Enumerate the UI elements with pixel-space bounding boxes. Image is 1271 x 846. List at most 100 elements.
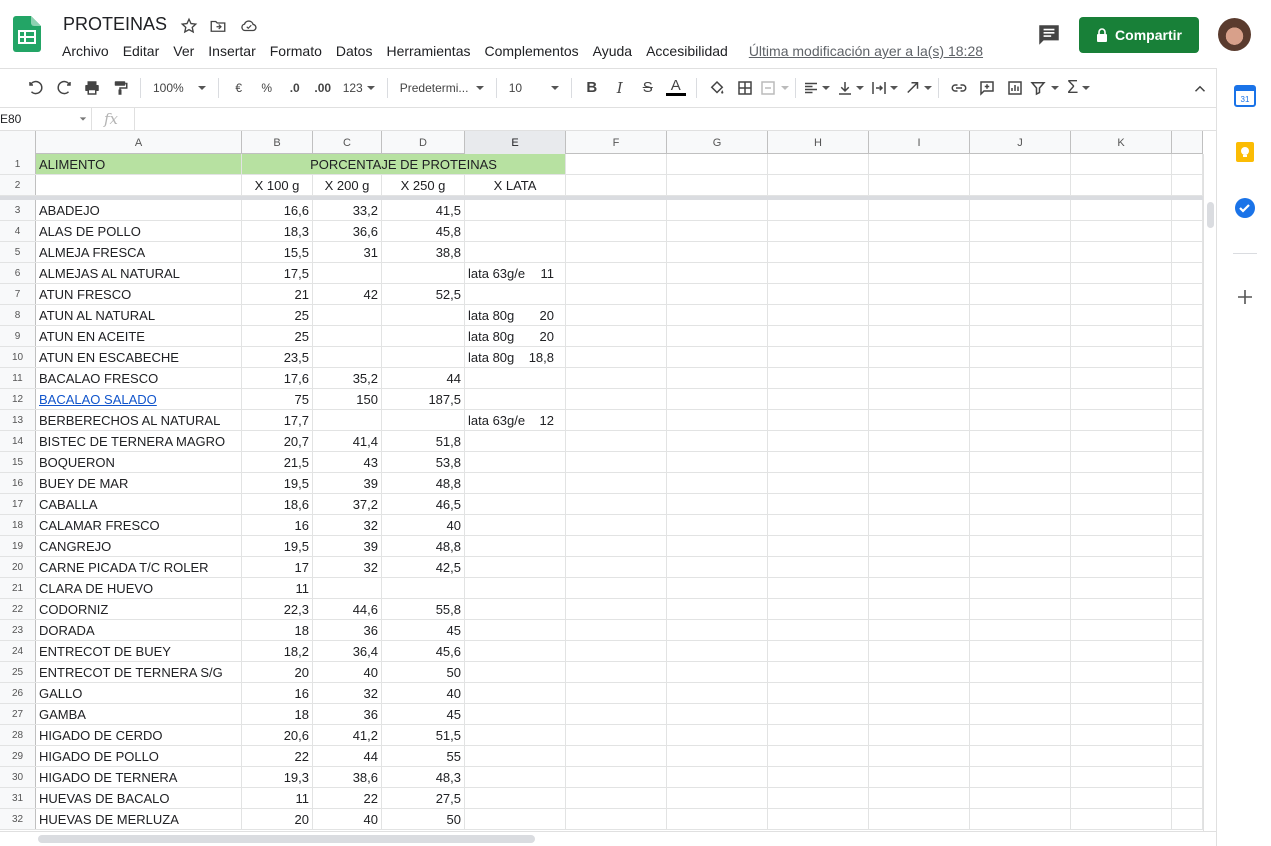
- cell-empty[interactable]: [970, 389, 1071, 409]
- cell-empty[interactable]: [970, 200, 1071, 220]
- cell-xlata[interactable]: [465, 767, 566, 787]
- menu-herramientas[interactable]: Herramientas: [379, 41, 477, 61]
- menu-editar[interactable]: Editar: [116, 41, 167, 61]
- cell-empty[interactable]: [869, 389, 970, 409]
- cell-xlata[interactable]: [465, 284, 566, 304]
- cell-empty[interactable]: [1172, 683, 1203, 703]
- cell-empty[interactable]: [869, 788, 970, 808]
- vertical-align-icon[interactable]: [836, 74, 864, 102]
- cell-x250g[interactable]: 52,5: [382, 284, 465, 304]
- cell-empty[interactable]: [768, 809, 869, 829]
- row-header[interactable]: 3: [0, 200, 36, 220]
- cell-empty[interactable]: [667, 683, 768, 703]
- row-header[interactable]: 16: [0, 473, 36, 493]
- column-header-partial[interactable]: [1172, 131, 1203, 154]
- cell-x250g[interactable]: 45,6: [382, 641, 465, 661]
- cell-empty[interactable]: [768, 746, 869, 766]
- cell-d2[interactable]: X 250 g: [382, 175, 465, 195]
- cell-empty[interactable]: [768, 200, 869, 220]
- cell-empty[interactable]: [566, 389, 667, 409]
- menu-archivo[interactable]: Archivo: [55, 41, 116, 61]
- cell-empty[interactable]: [1172, 284, 1203, 304]
- frozen-rows-divider[interactable]: [0, 196, 1203, 200]
- paint-format-icon[interactable]: [106, 74, 134, 102]
- cell-x100g[interactable]: 18,3: [242, 221, 313, 241]
- redo-icon[interactable]: [50, 74, 78, 102]
- cell-alimento[interactable]: BACALAO FRESCO: [36, 368, 242, 388]
- cell-a1[interactable]: ALIMENTO: [36, 154, 242, 174]
- comments-icon[interactable]: [1036, 22, 1062, 48]
- cell-empty[interactable]: [970, 452, 1071, 472]
- cell-empty[interactable]: [768, 389, 869, 409]
- cell-x200g[interactable]: 36,6: [313, 221, 382, 241]
- cell-alimento[interactable]: ABADEJO: [36, 200, 242, 220]
- cell-x250g[interactable]: 45: [382, 620, 465, 640]
- cell-x100g[interactable]: 19,5: [242, 536, 313, 556]
- select-all-corner[interactable]: [0, 131, 36, 154]
- cell-x200g[interactable]: [313, 326, 382, 346]
- add-icon[interactable]: [1234, 286, 1256, 308]
- cell-empty[interactable]: [566, 305, 667, 325]
- row-header[interactable]: 23: [0, 620, 36, 640]
- cell-x250g[interactable]: [382, 305, 465, 325]
- row-header[interactable]: 22: [0, 599, 36, 619]
- row-header[interactable]: 9: [0, 326, 36, 346]
- cell-empty[interactable]: [566, 557, 667, 577]
- cell-x250g[interactable]: 50: [382, 809, 465, 829]
- cell-empty[interactable]: [667, 305, 768, 325]
- cell-empty[interactable]: [1071, 221, 1172, 241]
- row-header[interactable]: 26: [0, 683, 36, 703]
- more-formats-select[interactable]: 123: [337, 81, 381, 95]
- cell-empty[interactable]: [667, 725, 768, 745]
- row-header[interactable]: 1: [0, 154, 36, 174]
- cell-alimento[interactable]: ATUN AL NATURAL: [36, 305, 242, 325]
- cell-empty[interactable]: [970, 620, 1071, 640]
- cell-empty[interactable]: [1071, 704, 1172, 724]
- cell-x250g[interactable]: [382, 347, 465, 367]
- cell-empty[interactable]: [970, 284, 1071, 304]
- cell-empty[interactable]: [1172, 154, 1203, 174]
- cell-empty[interactable]: [869, 284, 970, 304]
- cell-x250g[interactable]: 41,5: [382, 200, 465, 220]
- cell-empty[interactable]: [1071, 284, 1172, 304]
- cell-xlata[interactable]: [465, 809, 566, 829]
- cell-empty[interactable]: [1071, 326, 1172, 346]
- cell-empty[interactable]: [667, 154, 768, 174]
- cell-empty[interactable]: [1172, 704, 1203, 724]
- menu-ayuda[interactable]: Ayuda: [586, 41, 639, 61]
- cell-x200g[interactable]: [313, 305, 382, 325]
- cell-empty[interactable]: [768, 557, 869, 577]
- cell-empty[interactable]: [970, 242, 1071, 262]
- cell-empty[interactable]: [970, 641, 1071, 661]
- cell-x100g[interactable]: 25: [242, 326, 313, 346]
- cell-empty[interactable]: [1071, 452, 1172, 472]
- column-header-g[interactable]: G: [667, 131, 768, 154]
- column-header-j[interactable]: J: [970, 131, 1071, 154]
- cell-alimento[interactable]: ALAS DE POLLO: [36, 221, 242, 241]
- cell-alimento[interactable]: ATUN EN ESCABECHE: [36, 347, 242, 367]
- cell-empty[interactable]: [566, 662, 667, 682]
- cell-empty[interactable]: [970, 368, 1071, 388]
- bold-button[interactable]: B: [578, 74, 606, 102]
- cell-empty[interactable]: [869, 242, 970, 262]
- cell-xlata[interactable]: [465, 536, 566, 556]
- cell-x250g[interactable]: 48,3: [382, 767, 465, 787]
- cell-xlata[interactable]: [465, 431, 566, 451]
- cell-empty[interactable]: [970, 473, 1071, 493]
- cell-empty[interactable]: [869, 473, 970, 493]
- cell-empty[interactable]: [566, 242, 667, 262]
- cell-empty[interactable]: [768, 410, 869, 430]
- cell-empty[interactable]: [1172, 620, 1203, 640]
- cell-empty[interactable]: [869, 683, 970, 703]
- cell-alimento[interactable]: HIGADO DE POLLO: [36, 746, 242, 766]
- cell-x250g[interactable]: [382, 410, 465, 430]
- undo-icon[interactable]: [22, 74, 50, 102]
- cell-empty[interactable]: [566, 175, 667, 195]
- cell-alimento[interactable]: ENTRECOT DE BUEY: [36, 641, 242, 661]
- cell-x100g[interactable]: 25: [242, 305, 313, 325]
- cell-empty[interactable]: [970, 410, 1071, 430]
- cell-empty[interactable]: [667, 175, 768, 195]
- cell-x250g[interactable]: 46,5: [382, 494, 465, 514]
- cell-empty[interactable]: [1172, 347, 1203, 367]
- cell-empty[interactable]: [566, 683, 667, 703]
